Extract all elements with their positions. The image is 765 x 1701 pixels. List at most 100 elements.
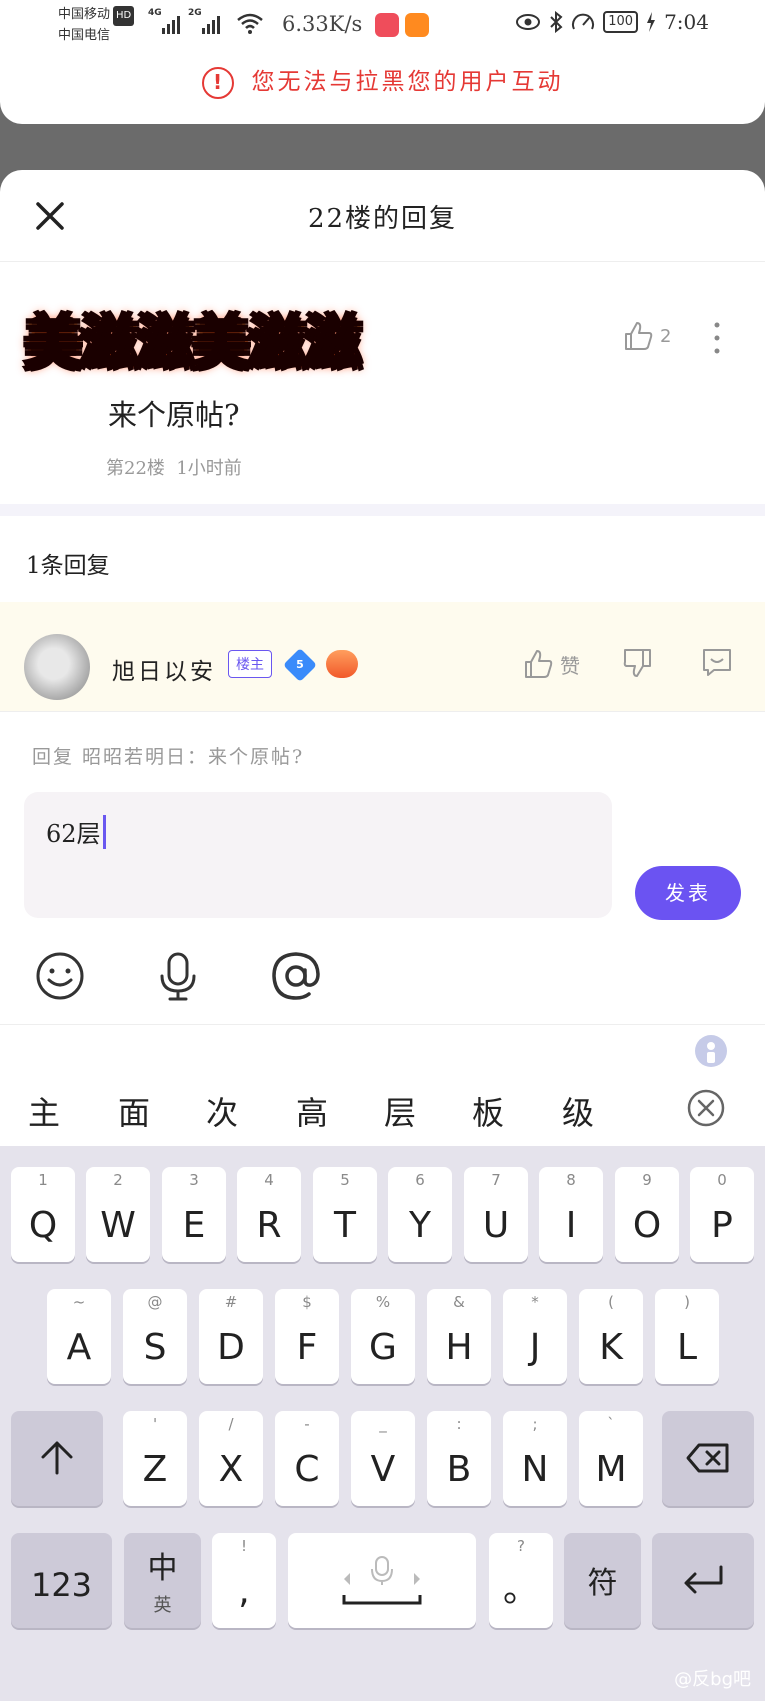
key-b[interactable]: :B: [427, 1411, 491, 1506]
avatar[interactable]: [24, 634, 90, 700]
key-i[interactable]: 8I: [539, 1167, 603, 1262]
key-e[interactable]: 3E: [162, 1167, 226, 1262]
bluetooth-icon: [550, 11, 563, 33]
shift-key[interactable]: [11, 1411, 103, 1506]
candidate-item[interactable]: 面: [118, 1088, 150, 1134]
video-app-icon: [405, 13, 429, 37]
key-o[interactable]: 9O: [615, 1167, 679, 1262]
comma-label: ,: [238, 1571, 250, 1612]
key-p[interactable]: 0P: [690, 1167, 754, 1262]
signal-1-tag: 4G: [148, 8, 162, 18]
candidate-item[interactable]: 次: [206, 1088, 238, 1134]
language-switch-key[interactable]: 中 英: [124, 1533, 201, 1628]
post-button[interactable]: 发表: [635, 866, 741, 920]
sheet-header: 22楼的回复: [0, 170, 765, 262]
composer-toolbar: [0, 950, 765, 1025]
key-g[interactable]: % G: [351, 1289, 415, 1384]
reply-hint: 回复 昭昭若明日：来个原帖?: [32, 746, 305, 768]
candidate-item[interactable]: 板: [472, 1088, 504, 1134]
reply-like-button[interactable]: 赞: [522, 648, 580, 680]
reply-input[interactable]: 62层: [24, 792, 612, 918]
candidate-item[interactable]: 主: [28, 1088, 60, 1134]
wifi-icon: [237, 13, 263, 34]
carrier-2: 中国电信: [58, 28, 111, 43]
charging-icon: [647, 12, 656, 32]
key-c[interactable]: -C: [275, 1411, 339, 1506]
floor-number: 第22楼: [106, 458, 165, 479]
key-k[interactable]: (K: [579, 1289, 643, 1384]
blocked-toast: ! 您无法与拉黑您的用户互动: [0, 62, 765, 99]
game-badge-icon: [326, 650, 358, 678]
key-d[interactable]: # D: [199, 1289, 263, 1384]
level-badge: 5: [283, 648, 317, 682]
symbol-key[interactable]: 符: [564, 1533, 641, 1628]
key-r[interactable]: 4R: [237, 1167, 301, 1262]
enter-key[interactable]: [652, 1533, 754, 1628]
input-text: 62层: [46, 820, 101, 848]
candidate-item[interactable]: 级: [562, 1088, 594, 1134]
warning-icon: !: [201, 66, 234, 99]
key-f[interactable]: $ F: [275, 1289, 339, 1384]
thumb-down-icon[interactable]: [622, 646, 654, 678]
space-key[interactable]: [288, 1533, 476, 1628]
input-value: 62层: [46, 814, 106, 849]
more-vertical-icon[interactable]: [707, 320, 727, 356]
numeric-key[interactable]: 123: [11, 1533, 112, 1628]
ime-account-icon[interactable]: [694, 1034, 728, 1068]
key-a[interactable]: ~ A: [47, 1289, 111, 1384]
text-caret: [102, 814, 106, 849]
status-right: 100 7:04: [515, 10, 709, 34]
thumb-up-icon: [525, 650, 553, 678]
keyboard: 1Q 2W 3E 4R 5T 6Y 7U 8I 9O 0P ~ A @ S # D $…: [0, 1146, 765, 1701]
lang-main-label: 中: [147, 1551, 178, 1586]
key-z[interactable]: ' Z: [123, 1411, 187, 1506]
backspace-key[interactable]: [662, 1411, 754, 1506]
candidate-item[interactable]: 高: [296, 1088, 328, 1134]
eye-icon: [516, 14, 541, 30]
level-number: 5: [296, 658, 304, 671]
numeric-key-label: 123: [30, 1566, 93, 1604]
candidate-item[interactable]: 层: [384, 1088, 416, 1134]
emoji-icon[interactable]: [34, 950, 86, 1002]
comment-icon[interactable]: [700, 646, 734, 678]
signal-group: 4G 2G: [148, 8, 220, 34]
at-icon[interactable]: [270, 950, 322, 1002]
sheet-title: 22楼的回复: [307, 204, 458, 234]
owner-badge: 楼主: [228, 650, 272, 678]
key-v[interactable]: _ V: [351, 1411, 415, 1506]
sticker-image: 美滋滋美滋滋: [24, 296, 362, 380]
key-q[interactable]: 1Q: [11, 1167, 75, 1262]
period-key[interactable]: ?。: [489, 1533, 553, 1628]
close-candidates-icon[interactable]: [686, 1088, 726, 1128]
battery-indicator: 100: [603, 11, 639, 33]
key-u[interactable]: 7U: [464, 1167, 528, 1262]
key-t[interactable]: 5T: [313, 1167, 377, 1262]
thumb-up-icon: [625, 322, 653, 350]
key-n[interactable]: ; N: [503, 1411, 567, 1506]
key-m[interactable]: ` M: [579, 1411, 643, 1506]
backspace-icon: [686, 1443, 729, 1473]
key-l[interactable]: ) L: [655, 1289, 719, 1384]
comma-sub-label: !: [240, 1537, 247, 1555]
clock: 7:04: [664, 10, 709, 34]
post-like-count: 2: [660, 325, 672, 347]
post-meta: 第22楼 1小时前: [106, 454, 242, 480]
key-h[interactable]: & H: [427, 1289, 491, 1384]
mic-icon[interactable]: [152, 950, 204, 1002]
key-s[interactable]: @ S: [123, 1289, 187, 1384]
post-like-button[interactable]: 2: [622, 320, 671, 352]
reply-item[interactable]: 旭日以安 楼主 5 赞: [0, 602, 765, 712]
signal-1-icon: 4G: [148, 8, 180, 34]
post-time: 1小时前: [176, 458, 242, 479]
net-speed: 6.33K/s: [282, 12, 363, 36]
key-y[interactable]: 6Y: [388, 1167, 452, 1262]
section-divider: [0, 504, 765, 516]
key-x[interactable]: / X: [199, 1411, 263, 1506]
key-w[interactable]: 2W: [86, 1167, 150, 1262]
reply-count: 1条回复: [26, 553, 110, 579]
signal-2-tag: 2G: [188, 8, 202, 18]
reply-username[interactable]: 旭日以安: [112, 652, 216, 686]
key-j[interactable]: * J: [503, 1289, 567, 1384]
comma-key[interactable]: !,: [212, 1533, 276, 1628]
carrier-info: 中国移动 HD 中国电信: [58, 5, 135, 46]
